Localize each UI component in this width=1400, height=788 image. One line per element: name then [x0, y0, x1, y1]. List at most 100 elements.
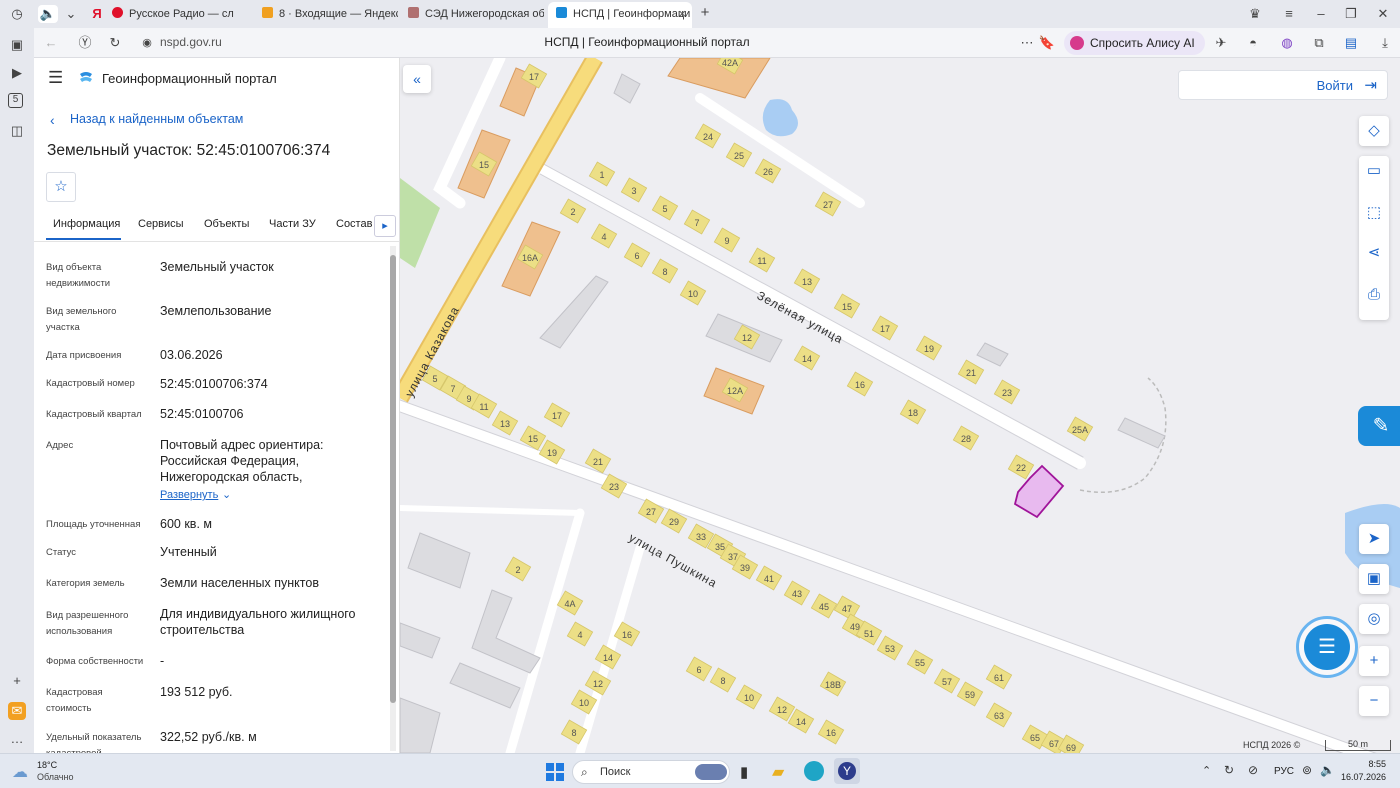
tab-nspd[interactable]: НСПД | Геоинформаци × — [548, 2, 692, 28]
house-number-label: 5 — [662, 204, 667, 214]
new-tab-button[interactable]: + — [696, 4, 714, 22]
extension-4-icon[interactable]: ▤ — [1342, 34, 1360, 52]
network-off-icon[interactable]: ⊘ — [1248, 763, 1258, 777]
map-view[interactable]: 17 42А 15 24 25 26 27 1 3 5 7 9 11 13 15 17 19 21 23 25А 22 2… — [400, 58, 1400, 753]
speaker-icon[interactable]: 🔈 — [38, 5, 58, 23]
add-icon[interactable]: + — [8, 672, 26, 690]
more-icon[interactable]: … — [8, 730, 26, 748]
locate-button[interactable]: ➤ — [1359, 524, 1389, 554]
ruler-button[interactable]: ▭ — [1359, 156, 1389, 186]
menu-icon[interactable]: ≡ — [1280, 5, 1298, 23]
minimap-button[interactable]: ▣ — [1359, 564, 1389, 594]
share-button[interactable]: ⋖ — [1359, 238, 1389, 268]
camera-icon[interactable]: ◫ — [8, 122, 26, 140]
gray-building — [400, 622, 441, 659]
tab-objects[interactable]: Объекты — [204, 218, 249, 230]
history-icon[interactable]: ◷ — [8, 5, 26, 23]
chevron-down-icon[interactable]: ⌄ — [62, 5, 80, 23]
house-number-label: 51 — [864, 629, 874, 639]
scrollbar-thumb[interactable] — [390, 255, 396, 703]
collapse-panel-button[interactable]: « — [403, 65, 431, 93]
tab-services[interactable]: Сервисы — [138, 218, 184, 230]
crown-icon[interactable]: ♛ — [1246, 5, 1264, 23]
geolocation-button[interactable]: ◎ — [1359, 604, 1389, 634]
search-box[interactable]: ⌕ Поиск — [572, 760, 730, 784]
close-window-icon[interactable]: ✕ — [1374, 5, 1392, 23]
chat-button[interactable]: ☰ — [1304, 624, 1350, 670]
cadastral-number-value: 52:45:0100706:374 — [160, 377, 268, 391]
login-button[interactable]: Войти — [1317, 78, 1353, 93]
sidebar-badge[interactable]: 5 — [8, 93, 23, 108]
file-explorer-icon[interactable]: ▰ — [772, 762, 784, 782]
divider — [34, 241, 399, 242]
layers-button[interactable]: ◇ — [1359, 116, 1389, 146]
expand-address-link[interactable]: Развернуть — [160, 489, 218, 501]
gray-building — [407, 532, 471, 589]
yandex-icon[interactable]: Я — [88, 5, 106, 23]
print-button[interactable]: ⎙ — [1359, 280, 1389, 310]
field-label: Площадь уточненная — [46, 519, 141, 530]
login-arrow-icon[interactable]: ⇥ — [1364, 76, 1377, 94]
wifi-off-icon[interactable]: ⊚ — [1302, 763, 1312, 777]
feedback-icon: ✎ — [1372, 415, 1390, 437]
house-number-label: 39 — [740, 563, 750, 573]
house-number-label: 47 — [842, 604, 852, 614]
extension-3-icon[interactable]: ◍ — [1278, 34, 1296, 52]
more-dots-icon[interactable]: ⋯ — [1018, 34, 1036, 52]
house-number-label: 17 — [880, 324, 890, 334]
area-select-button[interactable]: ⬚ — [1359, 198, 1389, 228]
tab-sed[interactable]: СЭД Нижегородская обл — [408, 3, 544, 25]
favorite-star-button[interactable]: ☆ — [46, 172, 76, 202]
tabs-scroll-right-button[interactable]: ▸ — [374, 215, 396, 237]
mail-app-icon[interactable]: ✉ — [8, 702, 26, 720]
house-number-label: 8 — [662, 267, 667, 277]
tab-parts[interactable]: Части ЗУ — [269, 218, 316, 230]
yandex-browser-taskbar[interactable]: Y — [834, 758, 860, 784]
back-arrow-icon[interactable]: ← — [42, 34, 60, 52]
chevron-left-icon[interactable]: ‹ — [50, 112, 55, 128]
hamburger-menu-icon[interactable]: ☰ — [48, 69, 63, 86]
sync-icon[interactable]: ↻ — [1224, 763, 1234, 777]
task-view-icon[interactable]: ▮ — [740, 763, 748, 781]
back-to-results-link[interactable]: Назад к найденным объектам — [70, 112, 243, 126]
map-canvas[interactable]: 1742А1524252627135791113151719212325А222… — [400, 58, 1400, 753]
house-number-label: 45 — [819, 602, 829, 612]
zoom-out-button[interactable]: − — [1359, 686, 1389, 716]
share-icon: ⋖ — [1367, 244, 1381, 261]
reload-icon[interactable]: ↻ — [106, 34, 124, 52]
zoom-in-button[interactable]: + — [1359, 646, 1389, 676]
minimize-icon[interactable]: – — [1312, 5, 1330, 23]
chevron-down-icon[interactable]: ⌄ — [222, 488, 231, 501]
restore-icon[interactable]: ❐ — [1342, 5, 1360, 23]
collections-icon[interactable]: ▣ — [8, 36, 26, 54]
tab-composition[interactable]: Состав — [336, 218, 372, 230]
ask-alice-button[interactable]: Спросить Алису AI — [1064, 31, 1205, 55]
clock-time[interactable]: 8:55 — [1356, 759, 1386, 769]
field-label: Категория земель — [46, 578, 125, 589]
feedback-button[interactable]: ✎ — [1358, 406, 1400, 446]
bookmark-icon[interactable]: 🔖 — [1038, 34, 1056, 52]
extension-2-icon[interactable]: ◓ — [1244, 34, 1262, 52]
extension-1-icon[interactable]: ✈ — [1212, 34, 1230, 52]
edge-icon[interactable] — [804, 761, 824, 781]
tab-russkoe-radio[interactable]: Русское Радио — сл — [112, 3, 250, 25]
keyboard-language[interactable]: РУС — [1274, 766, 1294, 777]
close-tab-icon[interactable]: × — [678, 2, 686, 26]
play-icon[interactable]: ▶ — [8, 64, 26, 82]
downloads-icon[interactable]: ⤓ — [1376, 34, 1394, 52]
windows-start-icon[interactable] — [546, 763, 564, 781]
tab-yandex-mail[interactable]: 8 · Входящие — Яндекс П — [262, 3, 398, 25]
tray-chevron-icon[interactable]: ⌃ — [1202, 764, 1211, 777]
site-info-icon[interactable]: ◉ — [138, 34, 156, 52]
minus-icon: − — [1369, 692, 1379, 709]
field-value: Учтенный — [160, 545, 217, 559]
extensions-icon[interactable]: ⧉ — [1310, 34, 1328, 52]
clock-date[interactable]: 16.07.2026 — [1338, 772, 1386, 782]
volume-icon[interactable]: 🔈 — [1320, 763, 1335, 777]
house-number-label: 8 — [720, 676, 725, 686]
yandex-logo-icon[interactable]: Ⓨ — [76, 34, 94, 52]
house-number-label: 13 — [802, 277, 812, 287]
tab-information[interactable]: Информация — [53, 218, 120, 230]
weather-cloud-icon[interactable]: ☁ — [12, 762, 28, 782]
url-field[interactable]: nspd.gov.ru — [160, 35, 222, 49]
